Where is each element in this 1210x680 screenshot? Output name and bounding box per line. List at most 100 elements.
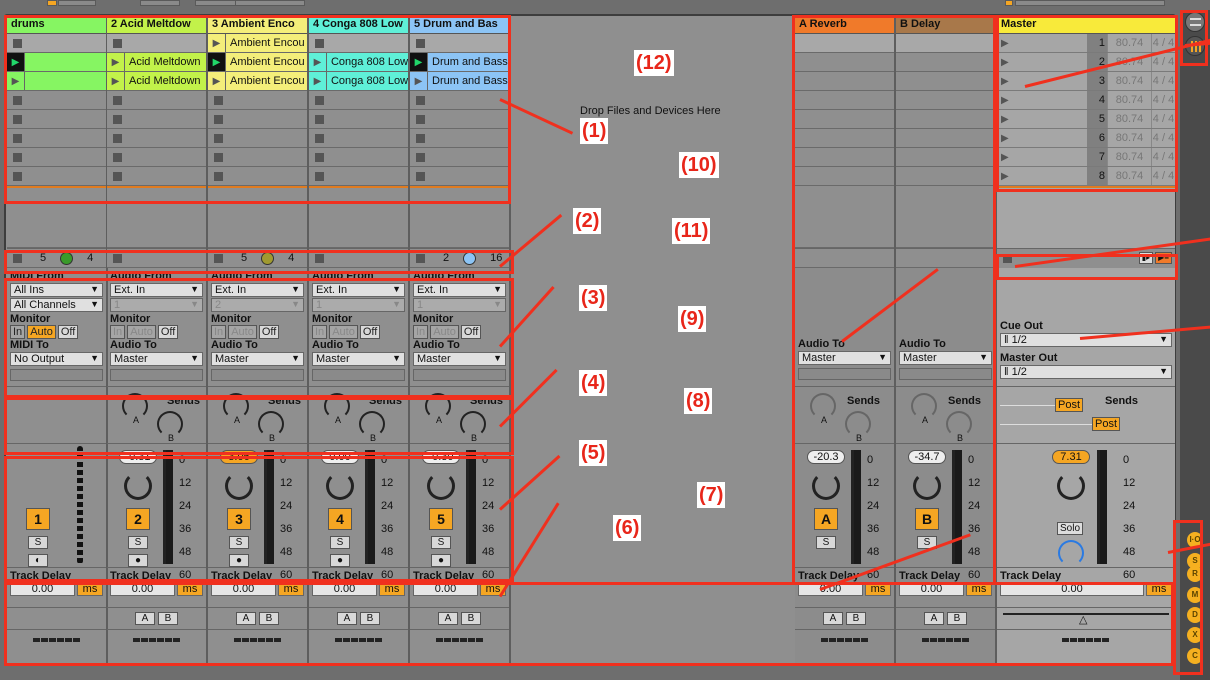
clip-slot-empty[interactable] xyxy=(7,91,106,110)
output-type-select[interactable]: Master ▼ xyxy=(798,351,891,365)
clip-slot[interactable]: ▶ Ambient Encou xyxy=(208,53,307,72)
clip-slot-empty[interactable] xyxy=(410,34,509,53)
stop-clip-icon[interactable] xyxy=(113,133,122,143)
stop-clip-icon[interactable] xyxy=(315,152,324,162)
clip-slot[interactable]: ▶ Ambient Encou xyxy=(208,72,307,91)
track-header[interactable]: 5 Drum and Bas xyxy=(410,16,509,34)
stop-clip-icon[interactable] xyxy=(113,38,122,48)
input-type-select[interactable]: Ext. In ▼ xyxy=(413,283,506,297)
crossfade-b-button[interactable]: B xyxy=(158,612,178,625)
scene-tempo[interactable]: 80.74 xyxy=(1107,129,1151,147)
track-delay-input[interactable]: 0.00 xyxy=(110,582,175,596)
output-channel-select[interactable] xyxy=(798,368,891,380)
scene-tempo[interactable]: 80.74 xyxy=(1107,91,1151,109)
stop-clip-icon[interactable] xyxy=(214,133,223,143)
send-b-knob[interactable]: B xyxy=(946,411,972,443)
track-delay-input[interactable]: 0.00 xyxy=(413,582,478,596)
input-channel-select[interactable]: 1 ▼ xyxy=(110,298,203,312)
stop-clip-icon[interactable] xyxy=(113,152,122,162)
pan-knob[interactable] xyxy=(326,472,354,500)
input-type-select[interactable]: All Ins ▼ xyxy=(10,283,103,297)
track-header[interactable]: 2 Acid Meltdow xyxy=(107,16,206,34)
clip-slot-empty[interactable] xyxy=(410,167,509,186)
output-type-select[interactable]: Master ▼ xyxy=(312,352,405,366)
delay-unit-button[interactable]: ms xyxy=(966,582,992,596)
master-track-header[interactable]: Master xyxy=(997,16,1175,34)
stop-all-icon[interactable] xyxy=(315,253,324,263)
show-hide-toggle-button[interactable]: M xyxy=(1187,587,1203,603)
volume-field[interactable]: 0.00 xyxy=(321,450,359,464)
output-type-select[interactable]: Master ▼ xyxy=(899,351,992,365)
clip-slot-empty[interactable] xyxy=(410,129,509,148)
track-delay-input[interactable]: 0.00 xyxy=(1000,582,1144,596)
output-type-select[interactable]: Master ▼ xyxy=(413,352,506,366)
monitor-off-button[interactable]: Off xyxy=(359,325,381,339)
input-channel-select[interactable]: 2 ▼ xyxy=(211,298,304,312)
stop-clip-icon[interactable] xyxy=(13,152,22,162)
clip-slot-empty[interactable] xyxy=(208,148,307,167)
arm-button[interactable]: ● xyxy=(330,554,350,567)
show-hide-toggle-button[interactable]: D xyxy=(1187,607,1203,623)
return-activator-button[interactable]: A xyxy=(814,508,838,530)
input-channel-select[interactable]: 1 ▼ xyxy=(413,298,506,312)
scene-launch-icon[interactable]: ▶ xyxy=(997,57,1087,68)
crossfade-a-button[interactable]: A xyxy=(438,612,458,625)
stop-clip-icon[interactable] xyxy=(416,171,425,181)
stop-all-icon[interactable] xyxy=(13,253,22,263)
clip-slot[interactable]: ▶ Acid Meltdown xyxy=(107,72,206,91)
play-clip-icon[interactable]: ▶ xyxy=(309,72,327,90)
monitor-in-button[interactable]: In xyxy=(110,325,126,339)
toolbar-button[interactable] xyxy=(47,0,57,6)
toolbar-button[interactable] xyxy=(140,0,180,6)
scene-tempo[interactable]: 80.74 xyxy=(1107,110,1151,128)
stop-clip-icon[interactable] xyxy=(113,171,122,181)
playing-icon[interactable]: ▶ xyxy=(7,53,25,71)
clip-slot-empty[interactable] xyxy=(107,129,206,148)
volume-field[interactable]: -20.3 xyxy=(807,450,845,464)
input-type-select[interactable]: Ext. In ▼ xyxy=(211,283,304,297)
stop-clip-icon[interactable] xyxy=(416,152,425,162)
pan-knob[interactable] xyxy=(1057,472,1085,500)
volume-field[interactable]: -0.31 xyxy=(119,450,157,464)
stop-all-clips-icon[interactable] xyxy=(1003,254,1012,263)
play-clip-icon[interactable]: ▶ xyxy=(107,72,125,90)
clip-slot[interactable]: ▶ xyxy=(7,72,106,91)
master-out-select[interactable]: ǁ 1/2 ▼ xyxy=(1000,365,1172,379)
post-b-button[interactable]: Post xyxy=(1092,417,1121,431)
clip-slot[interactable]: ▶ Drum and Bass xyxy=(410,72,509,91)
clip-view-toggle-button[interactable] xyxy=(1185,12,1205,32)
stop-clip-icon[interactable] xyxy=(13,114,22,124)
send-b-knob[interactable]: B xyxy=(460,411,486,443)
playing-icon[interactable]: ▶ xyxy=(410,53,428,71)
send-b-knob[interactable]: B xyxy=(157,411,183,443)
solo-button[interactable]: S xyxy=(431,536,451,549)
monitor-off-button[interactable]: Off xyxy=(57,325,79,339)
clip-slot-empty[interactable] xyxy=(410,110,509,129)
monitor-in-button[interactable]: In xyxy=(413,325,429,339)
send-a-knob[interactable]: A xyxy=(425,393,451,425)
stop-all-icon[interactable] xyxy=(113,253,122,263)
volume-field[interactable]: 3.06 xyxy=(220,450,258,464)
output-channel-select[interactable] xyxy=(110,369,203,381)
solo-button[interactable]: S xyxy=(28,536,48,549)
stop-clip-icon[interactable] xyxy=(13,38,22,48)
track-activator-button[interactable]: 1 xyxy=(26,508,50,530)
stop-clip-icon[interactable] xyxy=(416,133,425,143)
stop-clip-icon[interactable] xyxy=(416,95,425,105)
stop-clip-icon[interactable] xyxy=(315,114,324,124)
track-activator-button[interactable]: 4 xyxy=(328,508,352,530)
scene-row[interactable]: ▶ 7 80.74 4 / 4 xyxy=(997,148,1175,167)
scene-signature[interactable]: 4 / 4 xyxy=(1151,91,1175,109)
stop-clip-icon[interactable] xyxy=(315,133,324,143)
drop-zone-hint[interactable]: Drop Files and Devices Here xyxy=(580,105,721,117)
scene-signature[interactable]: 4 / 4 xyxy=(1151,129,1175,147)
show-hide-toggle-button[interactable]: R xyxy=(1187,566,1203,582)
crossfader-handle[interactable]: △ xyxy=(1079,613,1087,626)
clip-slot-empty[interactable] xyxy=(7,34,106,53)
follow-button[interactable]: ▮▸ xyxy=(1139,252,1153,264)
stop-clip-icon[interactable] xyxy=(315,38,324,48)
clip-slot-empty[interactable] xyxy=(107,167,206,186)
crossfade-b-button[interactable]: B xyxy=(259,612,279,625)
monitor-auto-button[interactable]: Auto xyxy=(228,325,257,339)
crossfade-b-button[interactable]: B xyxy=(846,612,866,625)
